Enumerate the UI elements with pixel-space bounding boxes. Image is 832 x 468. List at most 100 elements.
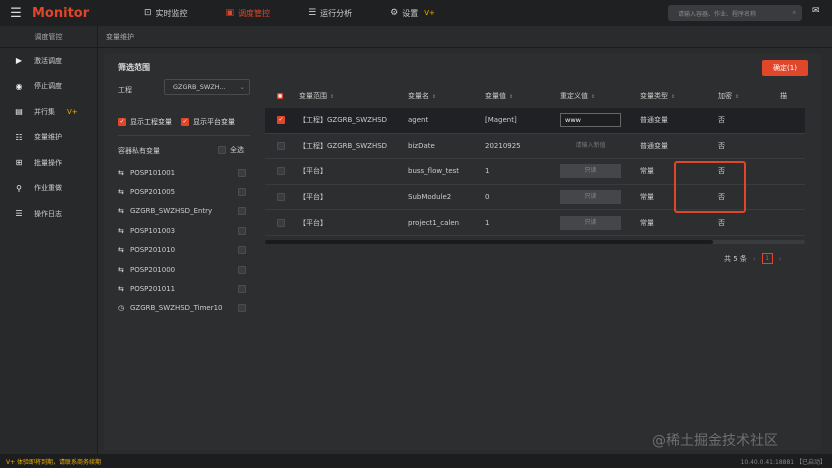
checkbox[interactable] (238, 168, 246, 177)
nav-item-settings[interactable]: ⚙ 设置 V+ (374, 0, 451, 26)
cell-value: 1 (485, 167, 490, 176)
col-label: 变量类型 (640, 92, 668, 100)
cell-encrypt: 否 (718, 141, 725, 150)
highlight-box (674, 161, 746, 213)
checkbox[interactable] (238, 188, 246, 197)
col-desc: 描 (780, 92, 787, 100)
sidebar: 调度管控 ▶ 激活调度 ◉ 停止调度 ▤ 并行集 V+ ☷ 变量维护 ⊞ 批量操作 ⚲ 作业重… (0, 26, 98, 454)
table-row[interactable]: 【工程】GZGRB_SWZHSD bizDate 20210925 请输入新值 … (265, 134, 805, 160)
show-project-vars-option[interactable]: ✓ 显示工程变量 (118, 117, 172, 127)
project-value: GZGRB_SWZH... (173, 83, 226, 91)
sidebar-item-activate[interactable]: ▶ 激活调度 (0, 48, 97, 74)
nav-label: 运行分析 (320, 8, 353, 18)
list-item[interactable]: ⇆ POSP201011 (118, 279, 250, 298)
list-item[interactable]: ⇆ POSP201005 (118, 182, 250, 201)
checkbox[interactable] (238, 304, 246, 313)
col-encrypt[interactable]: 加密 ⇕ (718, 91, 780, 101)
col-name[interactable]: 变量名 ⇕ (408, 91, 485, 101)
checkbox[interactable] (238, 207, 246, 216)
checkbox[interactable] (238, 265, 246, 274)
col-value[interactable]: 变量值 ⇕ (485, 91, 560, 101)
checkbox[interactable] (238, 226, 246, 235)
project-select[interactable]: GZGRB_SWZH... ⌄ (164, 79, 250, 95)
col-label: 重定义值 (560, 92, 588, 100)
nav-item-realtime[interactable]: ⊡ 实时监控 (128, 0, 204, 26)
horizontal-scrollbar[interactable] (265, 240, 805, 244)
table-header: ■ 变量范围 ⇕ 变量名 ⇕ 变量值 ⇕ 重定义值 ⇕ 变量类型 ⇕ 加密 ⇕ 描 (265, 84, 805, 108)
row-checkbox[interactable] (277, 141, 285, 150)
row-checkbox[interactable] (277, 167, 285, 176)
col-redef[interactable]: 重定义值 ⇕ (560, 91, 640, 101)
total-count: 共 5 条 (724, 254, 747, 263)
redo-icon: ⚲ (16, 183, 22, 193)
row-checkbox[interactable]: ✓ (277, 116, 285, 125)
monitor-icon: ⊡ (144, 8, 152, 18)
cell-type: 普通变量 (640, 116, 668, 125)
nav-item-schedule[interactable]: ▣ 调度管控 (210, 0, 287, 26)
cell-name: SubModule2 (408, 193, 452, 202)
list-item[interactable]: ⇆ GZGRB_SWZHSD_Entry (118, 202, 250, 221)
status-bar: V+ 体验即将到期，请联系商务续期 10.40.0.41:18881 【已启动】 (0, 454, 832, 468)
checkbox[interactable] (218, 146, 226, 154)
page-button[interactable]: 1 (761, 253, 773, 264)
menu-icon[interactable]: ☰ (0, 6, 32, 21)
redef-input[interactable]: www (560, 113, 621, 128)
sidebar-item-label: 批量操作 (34, 158, 62, 167)
sidebar-item-redo[interactable]: ⚲ 作业重做 (0, 176, 97, 202)
clock-icon: ◷ (118, 304, 125, 313)
project-label: 工程 (118, 86, 132, 94)
brand-logo: Monitor (32, 5, 90, 21)
col-scope[interactable]: 变量范围 ⇕ (291, 91, 408, 101)
sidebar-item-variable[interactable]: ☷ 变量维护 (0, 125, 97, 151)
row-checkbox[interactable] (277, 218, 285, 227)
header-checkbox[interactable]: ■ (277, 93, 283, 99)
sidebar-item-label: 并行集 (34, 107, 55, 116)
sidebar-item-batch[interactable]: ⊞ 批量操作 (0, 150, 97, 176)
nav-label: 调度管控 (238, 8, 271, 18)
table-row[interactable]: 【平台】 project1_calen 1 只读 常量 否 (265, 210, 805, 236)
cell-value: 1 (485, 218, 490, 227)
col-type[interactable]: 变量类型 ⇕ (640, 91, 718, 101)
sidebar-item-stop[interactable]: ◉ 停止调度 (0, 74, 97, 100)
checkbox[interactable] (238, 246, 246, 255)
scrollbar-thumb[interactable] (265, 240, 713, 244)
breadcrumb: 变量维护 (98, 26, 832, 48)
table-row[interactable]: ✓ 【工程】GZGRB_SWZHSD agent [Magent] www 普通… (265, 108, 805, 134)
readonly-field: 只读 (560, 164, 621, 179)
vplus-badge: V+ (67, 107, 78, 116)
sort-icon: ⇕ (509, 94, 514, 100)
nav-item-analysis[interactable]: ☰ 运行分析 (292, 0, 368, 26)
watermark: @稀土掘金技术社区 (652, 433, 778, 449)
show-platform-vars-option[interactable]: ✓ 显示平台变量 (181, 117, 235, 127)
option-label: 显示平台变量 (193, 118, 235, 126)
container-name: POSP101001 (130, 168, 176, 177)
cell-scope: 【工程】GZGRB_SWZHSD (299, 116, 388, 125)
message-icon[interactable]: ✉ (812, 6, 820, 16)
checkbox[interactable] (238, 285, 246, 294)
cell-scope: 【工程】GZGRB_SWZHSD (299, 141, 388, 150)
row-checkbox[interactable] (277, 193, 285, 202)
variable-table: ■ 变量范围 ⇕ 变量名 ⇕ 变量值 ⇕ 重定义值 ⇕ 变量类型 ⇕ 加密 ⇕ 描 ✓ 【工… (265, 84, 805, 236)
nav-label: 实时监控 (155, 8, 188, 18)
check-icon[interactable]: ✓ (118, 118, 126, 126)
main-panel: 筛选范围 工程 GZGRB_SWZH... ⌄ ✓ 显示工程变量 ✓ 显示平台变量 容… (104, 54, 822, 450)
list-item[interactable]: ⇆ POSP101003 (118, 221, 250, 240)
list-item[interactable]: ⇆ POSP101001 (118, 163, 250, 182)
cell-value: 20210925 (485, 141, 521, 150)
list-item[interactable]: ⇆ POSP201000 (118, 260, 250, 279)
variable-icon: ☷ (15, 132, 23, 142)
confirm-button[interactable]: 确定(1) (762, 60, 808, 76)
list-item[interactable]: ⇆ POSP201010 (118, 241, 250, 260)
redef-input[interactable]: 请输入新值 (560, 139, 621, 153)
search-icon[interactable]: ⌕ (793, 9, 796, 17)
col-label: 变量值 (485, 92, 506, 100)
chevron-left-icon[interactable]: ‹ (753, 255, 756, 263)
select-all-option[interactable]: 全选 (218, 145, 244, 155)
check-icon[interactable]: ✓ (181, 118, 189, 126)
container-name: POSP201011 (130, 285, 176, 294)
chevron-right-icon[interactable]: › (779, 255, 782, 263)
sidebar-item-log[interactable]: ☰ 操作日志 (0, 201, 97, 227)
list-item[interactable]: ◷ GZGRB_SWZHSD_Timer10 (118, 299, 250, 318)
search-input[interactable]: 请输入容器、作业、程序名称 ⌕ (668, 5, 802, 21)
sidebar-item-parallel[interactable]: ▤ 并行集 V+ (0, 99, 97, 125)
